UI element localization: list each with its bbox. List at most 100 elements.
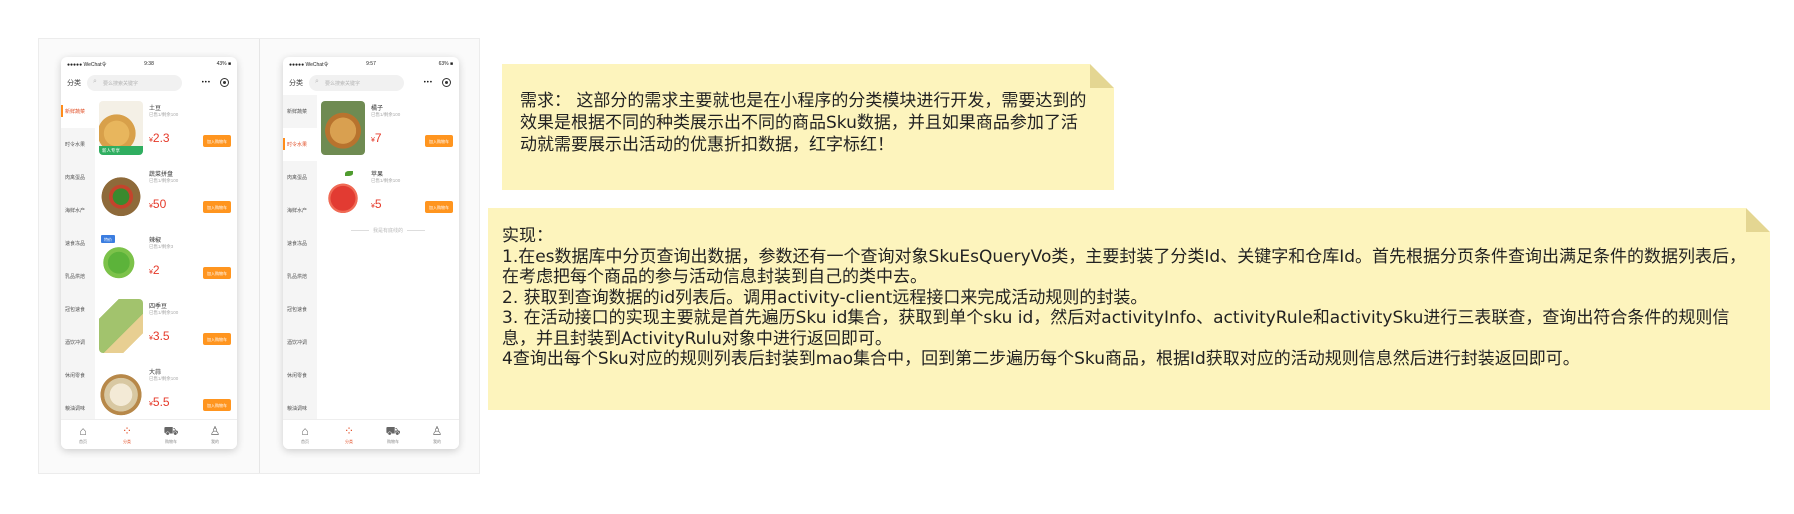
add-to-cart-button[interactable]: 加入购物车 xyxy=(203,135,231,147)
sidebar-item-category[interactable]: 休闲零食 xyxy=(61,359,95,392)
price-value: 5.5 xyxy=(152,395,170,409)
product-name: 土豆 xyxy=(149,106,162,112)
product-image: 新人专享 xyxy=(99,101,143,155)
product-row[interactable]: 橘子 已售1/剩余100 ¥7 加入购物车 xyxy=(317,95,459,161)
carrier-text: ●●●●● WeChat令 xyxy=(67,62,107,68)
product-row[interactable]: 蔬菜拼盘 已售1/剩余100 ¥50 加入购物车 xyxy=(95,161,237,227)
product-row[interactable]: 四季豆 已售1/剩余100 ¥3.5 加入购物车 xyxy=(95,293,237,359)
category-sidebar: 新鲜蔬菜 时令水果 肉禽蛋品 海鲜水产 速食冻品 乳品烘焙 冠包速食 酒饮冲调 休闲零食 粮油调味 xyxy=(283,95,317,419)
special-tag: 特价 xyxy=(101,235,115,243)
add-to-cart-button[interactable]: 加入购物车 xyxy=(203,333,231,345)
product-price: ¥5 xyxy=(371,197,382,211)
product-name: 大蒜 xyxy=(149,370,162,376)
price-value: 3.5 xyxy=(152,329,170,343)
more-menu-icon[interactable]: ••• xyxy=(424,80,433,86)
sidebar-item-category[interactable]: 海鲜水产 xyxy=(283,194,317,227)
home-icon: ⌂ xyxy=(301,424,309,438)
sidebar-item-category[interactable]: 速食冻品 xyxy=(61,227,95,260)
category-title: 分类 xyxy=(67,80,81,87)
implementation-title: 实现： xyxy=(502,226,553,246)
product-sales: 已售1/剩余3 xyxy=(149,244,174,249)
search-input[interactable]: ⌕ 要么搜索关键字 xyxy=(87,75,182,91)
promo-tag: 新人专享 xyxy=(99,146,143,155)
tab-cart[interactable]: ⛟ 购物车 xyxy=(371,420,415,449)
product-price: ¥2.3 xyxy=(149,131,170,145)
cart-icon: ⛟ xyxy=(163,424,179,438)
phone-screenshot-fruits: ●●●●● WeChat令 9:57 63% ■ 分类 ⌕ 要么搜索关键字 ••• 新鲜蔬菜时… xyxy=(283,57,459,449)
price-value: 2 xyxy=(152,263,160,277)
sidebar-item-category[interactable]: 肉禽蛋品 xyxy=(283,161,317,194)
category-icon: ⁘ xyxy=(343,424,355,438)
implementation-step-3: 3. 在活动接口的实现主要就是首先遍历Sku id集合，获取到单个sku id，… xyxy=(502,308,1730,349)
sidebar-item-category[interactable]: 酒饮冲调 xyxy=(283,326,317,359)
carrier-text: ●●●●● WeChat令 xyxy=(289,62,329,68)
product-price: ¥5.5 xyxy=(149,395,170,409)
implementation-step-2: 2. 获取到查询数据的id列表后。调用activity-client远程接口来完… xyxy=(502,287,1148,308)
implementation-step-4: 4查询出每个Sku对应的规则列表后封装到mao集合中，回到第二步遍历每个Sku商… xyxy=(502,349,1580,369)
tab-label: 购物车 xyxy=(165,439,177,444)
sidebar-item-category[interactable]: 速食冻品 xyxy=(283,227,317,260)
add-to-cart-button[interactable]: 加入购物车 xyxy=(203,201,231,213)
sidebar-item-category[interactable]: 冠包速食 xyxy=(61,293,95,326)
product-list: 新人专享 土豆 已售1/剩余100 ¥2.3 加入购物车 蔬菜拼盘 已售1/剩余100 ¥50… xyxy=(95,95,237,419)
tab-user[interactable]: ♙ 我的 xyxy=(193,420,237,449)
product-price: ¥3.5 xyxy=(149,329,170,343)
price-value: 2.3 xyxy=(152,131,170,145)
sidebar-item-category[interactable]: 新鲜蔬菜 xyxy=(61,95,95,128)
sidebar-item-category[interactable]: 休闲零食 xyxy=(283,359,317,392)
tab-label: 分类 xyxy=(123,439,131,444)
category-sidebar: 新鲜蔬菜 时令水果 肉禽蛋品 海鲜水产 速食冻品 乳品烘焙 冠包速食 酒饮冲调 休闲零食 粮油调味 xyxy=(61,95,95,419)
product-sales: 已售1/剩余100 xyxy=(149,178,179,183)
close-miniprogram-icon[interactable] xyxy=(442,78,451,87)
product-row[interactable]: 大蒜 已售1/剩余100 ¥5.5 加入购物车 xyxy=(95,359,237,425)
screenshots-panel: ●●●●● WeChat令 9:38 43% ■ 分类 ⌕ 要么搜索关键字 ••• 新鲜蔬菜时… xyxy=(38,38,480,474)
tab-category[interactable]: ⁘ 分类 xyxy=(327,420,371,449)
tab-category[interactable]: ⁘ 分类 xyxy=(105,420,149,449)
product-list: 橘子 已售1/剩余100 ¥7 加入购物车 苹果 已售1/剩余100 ¥5 加入购物车 xyxy=(317,95,459,419)
tab-user[interactable]: ♙ 我的 xyxy=(415,420,459,449)
add-to-cart-button[interactable]: 加入购物车 xyxy=(425,135,453,147)
product-name: 橘子 xyxy=(371,106,384,112)
product-row[interactable]: 新人专享 土豆 已售1/剩余100 ¥2.3 加入购物车 xyxy=(95,95,237,161)
product-sales: 已售1/剩余100 xyxy=(149,376,179,381)
tab-label: 购物车 xyxy=(387,439,399,444)
add-to-cart-button[interactable]: 加入购物车 xyxy=(203,267,231,279)
tab-cart[interactable]: ⛟ 购物车 xyxy=(149,420,193,449)
tab-label: 首页 xyxy=(301,439,309,444)
sidebar-item-category[interactable]: 海鲜水产 xyxy=(61,194,95,227)
user-icon: ♙ xyxy=(209,424,221,438)
sidebar-item-category[interactable]: 时令水果 xyxy=(61,128,95,161)
product-image xyxy=(99,365,143,419)
panel-divider xyxy=(259,39,260,473)
tab-label: 我的 xyxy=(211,439,219,444)
sidebar-item-category[interactable]: 冠包速食 xyxy=(283,293,317,326)
sidebar-item-category[interactable]: 酒饮冲调 xyxy=(61,326,95,359)
close-miniprogram-icon[interactable] xyxy=(220,78,229,87)
product-image xyxy=(99,167,143,221)
search-icon: ⌕ xyxy=(315,78,319,85)
sidebar-item-category[interactable]: 时令水果 xyxy=(283,128,317,161)
phone-screenshot-vegetables: ●●●●● WeChat令 9:38 43% ■ 分类 ⌕ 要么搜索关键字 ••• 新鲜蔬菜时… xyxy=(61,57,237,449)
add-to-cart-button[interactable]: 加入购物车 xyxy=(203,399,231,411)
product-image xyxy=(321,101,365,155)
product-sales: 已售1/剩余100 xyxy=(149,112,179,117)
add-to-cart-button[interactable]: 加入购物车 xyxy=(425,201,453,213)
category-title: 分类 xyxy=(289,80,303,87)
product-name: 苹果 xyxy=(371,172,384,178)
product-row[interactable]: 特价 辣椒 已售1/剩余3 ¥2 加入购物车 xyxy=(95,227,237,293)
requirement-text: 需求： 这部分的需求主要就也是在小程序的分类模块进行开发，需要达到的效果是根据不… xyxy=(520,91,1087,155)
tab-home[interactable]: ⌂ 首页 xyxy=(283,420,327,449)
product-name: 四季豆 xyxy=(149,304,168,310)
sidebar-item-category[interactable]: 肉禽蛋品 xyxy=(61,161,95,194)
more-menu-icon[interactable]: ••• xyxy=(202,80,211,86)
search-input[interactable]: ⌕ 要么搜索关键字 xyxy=(309,75,404,91)
price-value: 7 xyxy=(374,131,382,145)
note-fold-corner xyxy=(1746,208,1770,232)
sidebar-item-category[interactable]: 乳品烘焙 xyxy=(61,260,95,293)
tab-home[interactable]: ⌂ 首页 xyxy=(61,420,105,449)
search-icon: ⌕ xyxy=(93,78,97,85)
tab-label: 分类 xyxy=(345,439,353,444)
product-row[interactable]: 苹果 已售1/剩余100 ¥5 加入购物车 xyxy=(317,161,459,227)
sidebar-item-category[interactable]: 新鲜蔬菜 xyxy=(283,95,317,128)
sidebar-item-category[interactable]: 乳品烘焙 xyxy=(283,260,317,293)
